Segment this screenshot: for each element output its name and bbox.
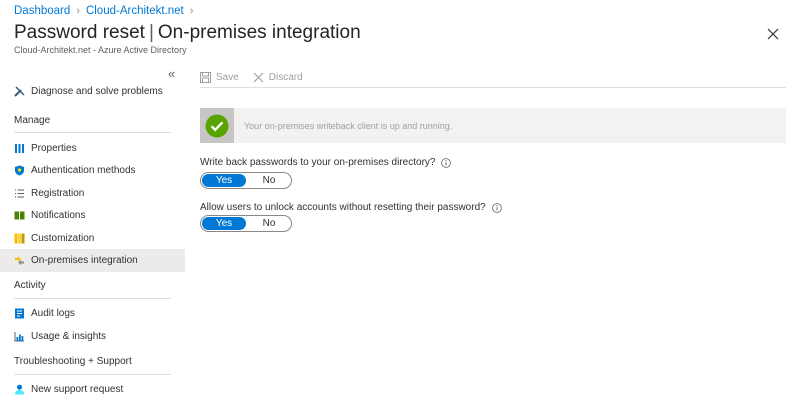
sidebar-item-audit-logs[interactable]: Audit logs [0, 303, 185, 325]
breadcrumb: Dashboard › Cloud-Architekt.net › [14, 5, 193, 17]
command-bar: Save Discard [200, 67, 786, 88]
customization-icon [14, 233, 25, 244]
chevron-right-icon: › [189, 5, 194, 17]
chevron-right-icon: › [76, 5, 80, 17]
sidebar-item-label: Usage & insights [31, 330, 107, 342]
divider [14, 373, 171, 375]
sidebar-item-label: Properties [31, 143, 77, 155]
writeback-yes-option[interactable]: Yes [202, 174, 246, 187]
breadcrumb-cloud-architekt[interactable]: Cloud-Architekt.net [86, 5, 184, 17]
sidebar-item-label: Registration [31, 187, 85, 199]
close-icon[interactable] [766, 27, 780, 41]
sidebar-item-new-support-request[interactable]: New support request [0, 379, 185, 401]
section-heading-activity: Activity [14, 280, 46, 292]
audit-logs-icon [14, 308, 25, 319]
save-icon [200, 71, 211, 83]
section-heading-support: Troubleshooting + Support [14, 356, 132, 368]
divider [14, 297, 171, 299]
page-subtitle: Cloud-Architekt.net - Azure Active Direc… [14, 45, 187, 55]
list-icon [14, 188, 25, 199]
save-label: Save [216, 71, 239, 83]
sidebar-item-customization[interactable]: Customization [0, 227, 185, 249]
collapse-sidebar-icon[interactable]: « [168, 66, 175, 81]
chart-icon [14, 331, 25, 342]
save-button[interactable]: Save [200, 71, 239, 83]
section-heading-manage: Manage [14, 114, 51, 126]
info-icon[interactable] [491, 202, 502, 213]
page-title-section: On-premises integration [157, 22, 361, 43]
sidebar-item-usage-insights[interactable]: Usage & insights [0, 325, 185, 347]
page-title: Password reset | On-premises integration [14, 22, 361, 44]
sidebar-item-label: Diagnose and solve problems [31, 85, 163, 97]
sidebar-item-diagnose[interactable]: Diagnose and solve problems [0, 80, 185, 102]
writeback-toggle[interactable]: Yes No [200, 172, 292, 189]
discard-label: Discard [268, 71, 303, 83]
unlock-question-text: Allow users to unlock accounts without r… [200, 202, 486, 213]
status-banner: Your on-premises writeback client is up … [200, 108, 786, 143]
sidebar-item-label: Authentication methods [31, 165, 136, 177]
writeback-setting-label: Write back passwords to your on-premises… [200, 157, 452, 168]
page-title-main: Password reset [14, 22, 145, 43]
checkmark-circle-icon [205, 114, 229, 137]
shield-icon [14, 165, 25, 176]
sidebar-item-label: Customization [31, 232, 95, 244]
discard-button[interactable]: Discard [253, 72, 303, 83]
sync-icon [14, 255, 25, 266]
status-icon-box [200, 108, 234, 143]
info-icon[interactable] [441, 157, 452, 168]
divider [14, 132, 171, 134]
writeback-question-text: Write back passwords to your on-premises… [200, 157, 436, 168]
writeback-no-option[interactable]: No [247, 173, 291, 188]
title-separator: | [148, 22, 154, 43]
sidebar: Diagnose and solve problems Manage Prope… [0, 80, 185, 401]
unlock-toggle[interactable]: Yes No [200, 215, 292, 232]
sidebar-item-label: Notifications [31, 210, 86, 222]
sidebar-item-authentication-methods[interactable]: Authentication methods [0, 160, 185, 182]
wrench-icon [14, 86, 25, 97]
sidebar-item-on-premises-integration[interactable]: On-premises integration [0, 249, 185, 272]
status-message: Your on-premises writeback client is up … [244, 120, 453, 131]
sidebar-item-label: On-premises integration [31, 255, 138, 267]
sidebar-item-notifications[interactable]: Notifications [0, 205, 185, 227]
sidebar-item-properties[interactable]: Properties [0, 137, 185, 159]
properties-icon [14, 143, 25, 154]
unlock-no-option[interactable]: No [247, 216, 291, 231]
sidebar-item-label: Audit logs [31, 308, 75, 320]
unlock-setting-label: Allow users to unlock accounts without r… [200, 202, 502, 213]
unlock-yes-option[interactable]: Yes [202, 217, 246, 230]
notifications-icon [14, 210, 25, 221]
sidebar-item-registration[interactable]: Registration [0, 182, 185, 204]
breadcrumb-dashboard[interactable]: Dashboard [14, 5, 70, 17]
discard-icon [253, 72, 264, 82]
